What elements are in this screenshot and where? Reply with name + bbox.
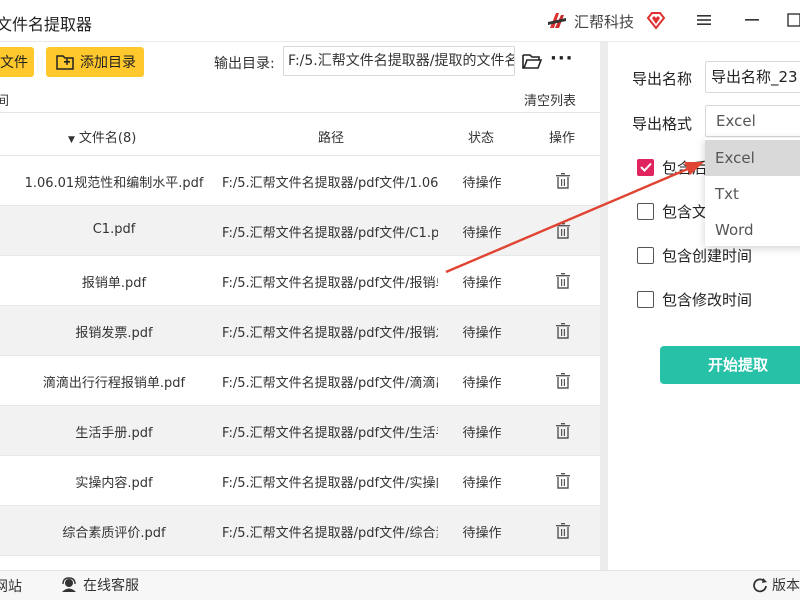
clear-list-button[interactable]: 清空列表 [524, 90, 576, 109]
file-status: 待操作 [462, 426, 502, 441]
table-row[interactable]: 生活手册.pdf F:/5.汇帮文件名提取器/pdf文件/生活手册 待操作 [0, 406, 600, 456]
refresh-icon [753, 578, 767, 593]
checkbox-unchecked-icon[interactable] [637, 290, 654, 308]
table-row[interactable]: 综合素质评价.pdf F:/5.汇帮文件名提取器/pdf文件/综合素质 待操作 [0, 506, 600, 556]
table-row[interactable]: 滴滴出行行程报销单.pdf F:/5.汇帮文件名提取器/pdf文件/滴滴出行 待… [0, 356, 600, 406]
column-header-path: 路径 [318, 131, 345, 146]
table-row[interactable]: 报销发票.pdf F:/5.汇帮文件名提取器/pdf文件/报销发票 待操作 [0, 306, 600, 356]
file-name: 滴滴出行行程报销单.pdf [42, 376, 186, 391]
website-link[interactable]: 网站 [0, 576, 22, 596]
minimize-icon[interactable] [742, 10, 762, 30]
delete-icon[interactable] [555, 272, 571, 290]
export-format-select[interactable]: Excel [705, 105, 800, 137]
more-options-button[interactable]: ··· [550, 48, 574, 69]
brand: 汇帮科技 [546, 9, 634, 33]
export-name-input[interactable]: 导出名称_23 [705, 61, 800, 93]
export-format-label: 导出格式 [632, 115, 693, 133]
checkbox-checked-icon[interactable] [637, 158, 654, 176]
panel-divider [600, 42, 608, 570]
table-row[interactable]: 报销单.pdf F:/5.汇帮文件名提取器/pdf文件/报销单.p 待操作 [0, 256, 600, 306]
menu-icon[interactable] [694, 10, 714, 30]
format-option-word[interactable]: Word [705, 212, 800, 248]
version-label: 版本 [772, 578, 800, 594]
file-name: 报销单.pdf [81, 276, 147, 291]
file-name: 综合素质评价.pdf [62, 526, 166, 541]
version-button[interactable]: 版本 [752, 575, 800, 595]
column-header-action: 操作 [549, 131, 576, 146]
add-file-label: 文件 [0, 55, 28, 71]
checkbox-unchecked-icon[interactable] [637, 246, 654, 264]
online-service-label: 在线客服 [83, 578, 139, 594]
delete-icon[interactable] [555, 472, 571, 490]
maximize-icon[interactable] [784, 10, 800, 30]
file-name: 1.06.01规范性和编制水平.pdf [24, 176, 204, 191]
file-name: 报销发票.pdf [75, 326, 153, 341]
checkbox-label: 包含修改时间 [662, 290, 753, 309]
add-file-button[interactable]: 文件 [0, 47, 34, 77]
format-option-excel[interactable]: Excel [705, 140, 800, 176]
file-name: C1.pdf [92, 222, 136, 237]
add-directory-button[interactable]: 添加目录 [46, 47, 144, 77]
delete-icon[interactable] [555, 322, 571, 340]
delete-icon[interactable] [555, 522, 571, 540]
output-dir-input[interactable]: F:/5.汇帮文件名提取器/提取的文件名 [283, 46, 515, 76]
brand-name: 汇帮科技 [574, 12, 635, 31]
title-bar: 文件名提取器 汇帮科技 [0, 0, 800, 42]
column-name-label: 文件名(8) [78, 131, 137, 146]
brand-logo-icon [548, 13, 566, 28]
column-header-name[interactable]: ▼ 文件名(8) [68, 127, 136, 146]
toolbar: 文件 添加目录 输出目录: F:/5.汇帮文件名提取器/提取的文件名 ··· [0, 42, 600, 90]
heart-diamond-icon[interactable] [646, 10, 666, 30]
table-row[interactable]: C1.pdf F:/5.汇帮文件名提取器/pdf文件/C1.pdf 待操作 [0, 206, 600, 256]
file-status: 待操作 [462, 276, 502, 291]
file-path: F:/5.汇帮文件名提取器/pdf文件/报销单.p [222, 276, 438, 291]
list-subbar: 间 清空列表 [0, 88, 600, 112]
online-service-button[interactable]: 在线客服 [60, 575, 139, 595]
file-status: 待操作 [462, 526, 502, 541]
file-status: 待操作 [462, 226, 502, 241]
file-path: F:/5.汇帮文件名提取器/pdf文件/C1.pdf [222, 226, 438, 241]
table-row[interactable]: 实操内容.pdf F:/5.汇帮文件名提取器/pdf文件/实操内容 待操作 [0, 456, 600, 506]
checkbox-include-modified-time[interactable]: 包含修改时间 [637, 289, 752, 309]
file-status: 待操作 [462, 476, 502, 491]
open-folder-icon[interactable] [522, 52, 542, 70]
checkbox-include-created-time[interactable]: 包含创建时间 [637, 245, 752, 265]
file-path: F:/5.汇帮文件名提取器/pdf文件/报销发票 [222, 326, 438, 341]
checkbox-unchecked-icon[interactable] [637, 202, 654, 220]
start-extract-button[interactable]: 开始提取 [660, 346, 800, 384]
file-name: 生活手册.pdf [75, 426, 153, 441]
delete-icon[interactable] [555, 422, 571, 440]
delete-icon[interactable] [555, 372, 571, 390]
file-path: F:/5.汇帮文件名提取器/pdf文件/1.06.01 [222, 176, 438, 191]
file-status: 待操作 [462, 376, 502, 391]
app-title: 文件名提取器 [0, 15, 93, 34]
file-path: F:/5.汇帮文件名提取器/pdf文件/生活手册 [222, 426, 438, 441]
folder-plus-icon [56, 55, 74, 70]
bottom-bar: 网站 在线客服 版本 [0, 570, 800, 600]
subbar-left-text: 间 [0, 94, 10, 109]
file-status: 待操作 [462, 176, 502, 191]
file-path: F:/5.汇帮文件名提取器/pdf文件/实操内容 [222, 476, 438, 491]
table-row[interactable]: 1.06.01规范性和编制水平.pdf F:/5.汇帮文件名提取器/pdf文件/… [0, 156, 600, 206]
format-option-txt[interactable]: Txt [705, 176, 800, 212]
file-name: 实操内容.pdf [75, 476, 153, 491]
export-format-dropdown: Excel Txt Word [705, 138, 800, 246]
file-path: F:/5.汇帮文件名提取器/pdf文件/滴滴出行 [222, 376, 438, 391]
table-header: ▼ 文件名(8) 路径 状态 操作 [0, 112, 600, 156]
sort-down-icon: ▼ [68, 135, 75, 145]
file-status: 待操作 [462, 326, 502, 341]
file-path: F:/5.汇帮文件名提取器/pdf文件/综合素质 [222, 526, 438, 541]
output-dir-label: 输出目录: [214, 56, 275, 72]
delete-icon[interactable] [555, 172, 571, 190]
column-header-status: 状态 [468, 131, 495, 146]
export-name-label: 导出名称 [632, 70, 693, 88]
customer-service-icon [62, 577, 76, 592]
delete-icon[interactable] [555, 222, 571, 240]
add-directory-label: 添加目录 [80, 55, 136, 71]
